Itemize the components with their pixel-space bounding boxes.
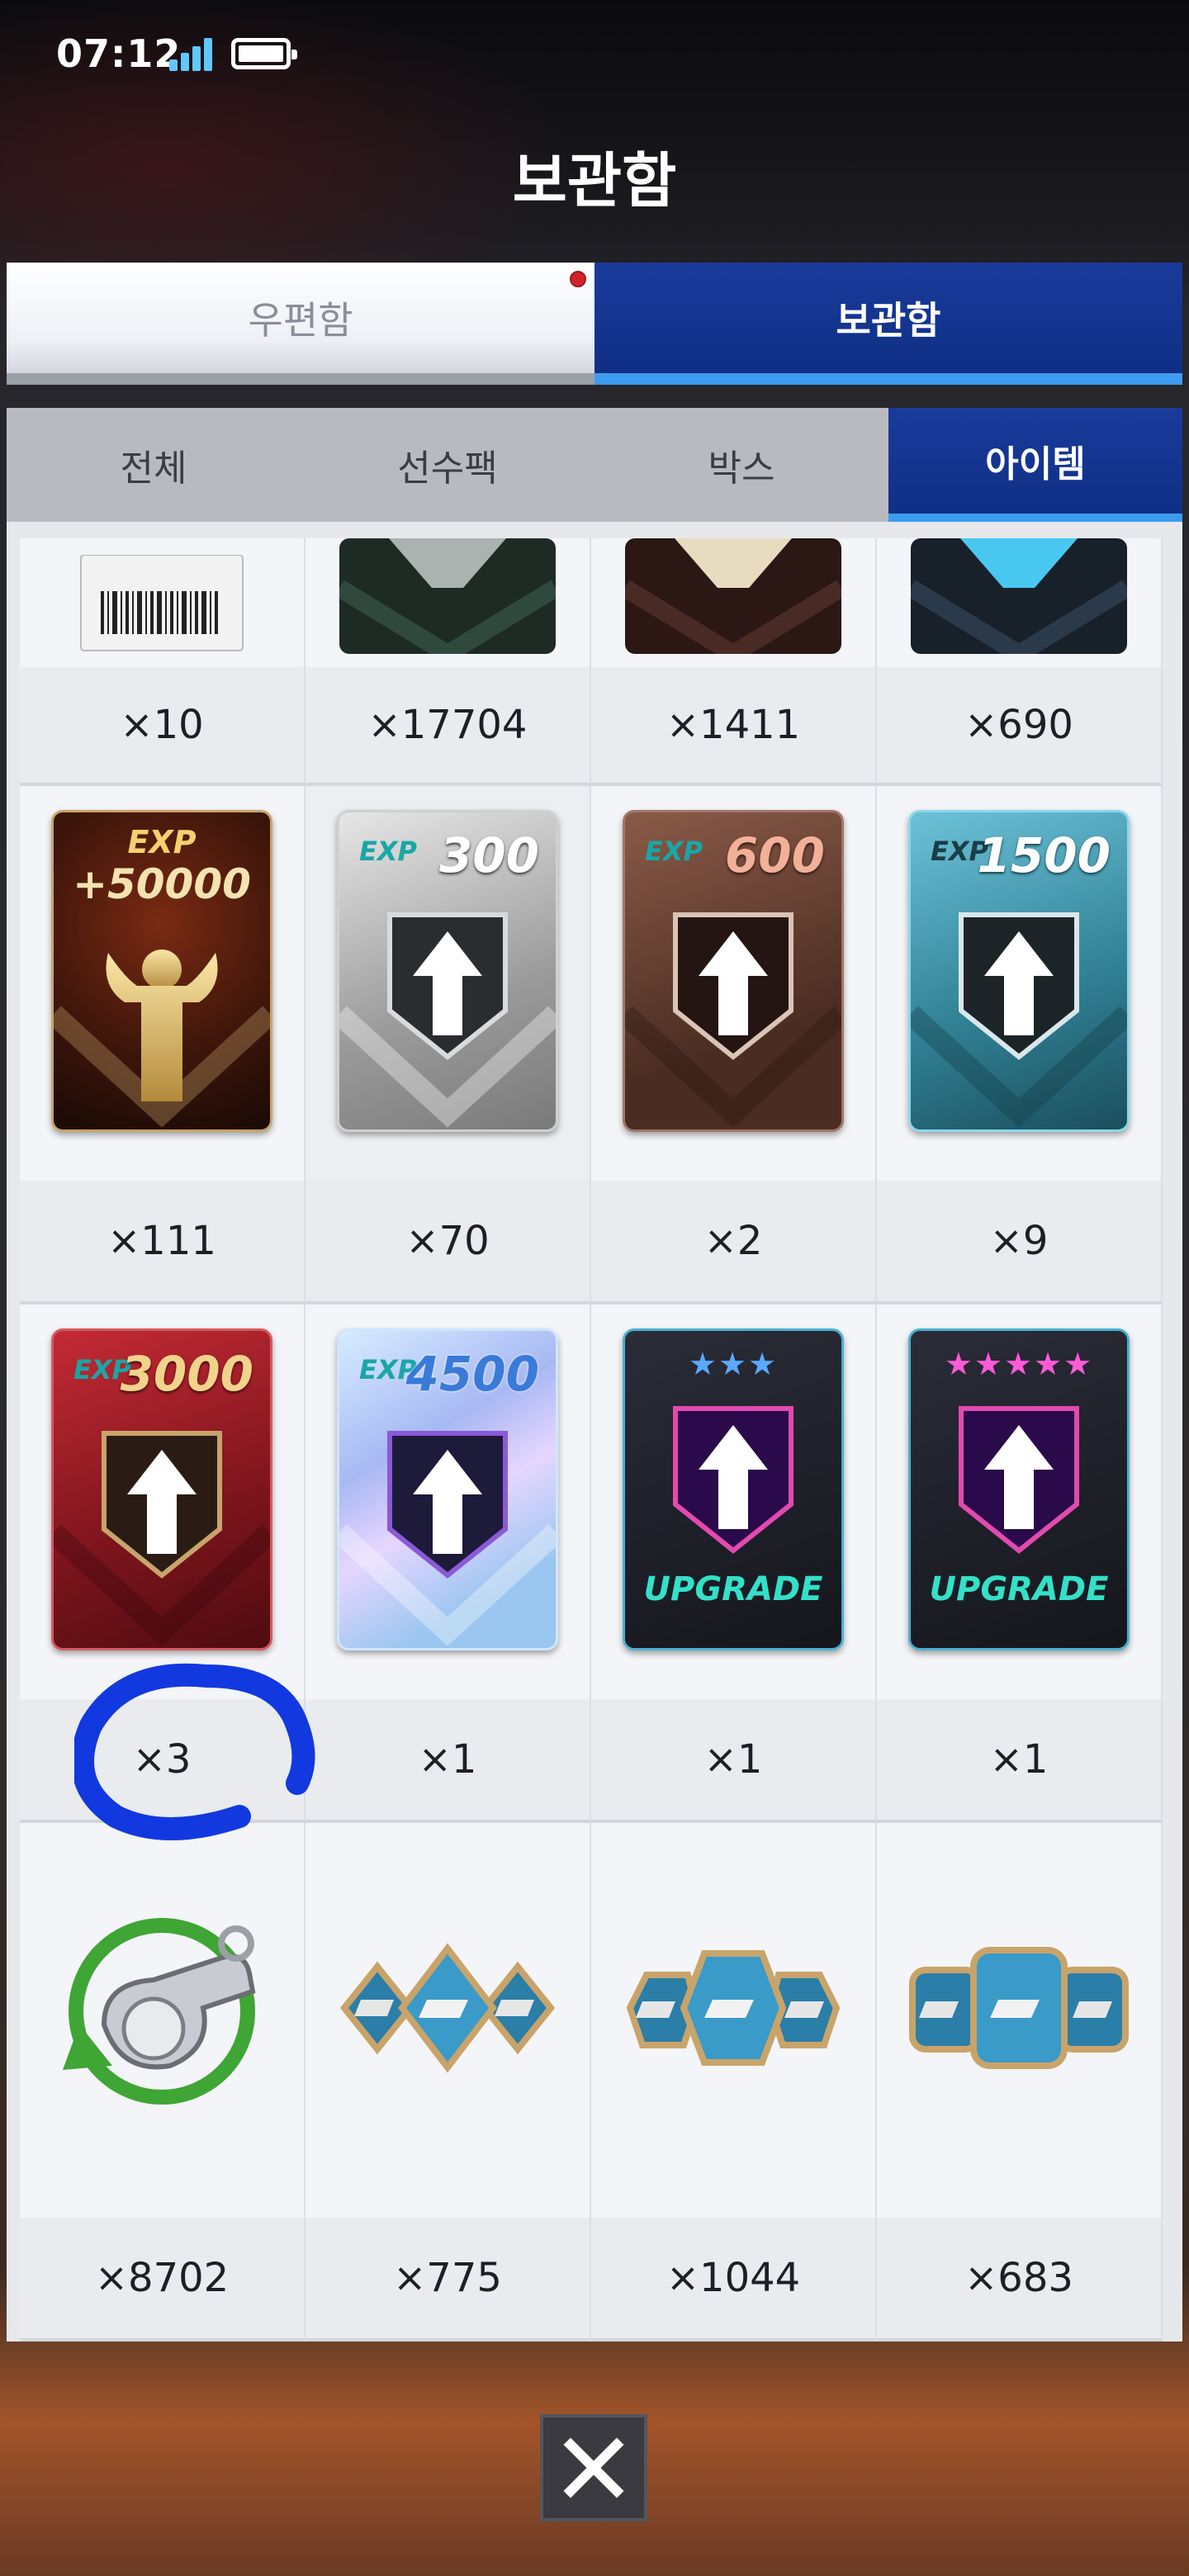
upgrade-label: UPGRADE xyxy=(643,1570,823,1608)
status-time: 07:12 xyxy=(56,31,182,76)
star-rating: ★★★★★ xyxy=(944,1346,1094,1382)
upgrade-arrow-icon xyxy=(959,1406,1079,1554)
exp-3000-card-icon: EXP 3000 xyxy=(51,1328,272,1650)
tab-items[interactable]: 아이템 xyxy=(888,408,1182,522)
item-cell[interactable]: EXP 1500 ×9 xyxy=(877,786,1163,1305)
upgrade-arrow-icon xyxy=(673,912,793,1060)
flexing-athlete-icon xyxy=(106,949,218,1101)
dark-green-card-icon xyxy=(339,538,556,654)
exp-value: 4500 xyxy=(405,1346,539,1402)
item-cell[interactable]: ×683 xyxy=(877,1823,1163,2342)
item-count: ×1 xyxy=(877,1699,1161,1820)
tab-player-packs[interactable]: 선수팩 xyxy=(301,408,594,522)
item-count: ×70 xyxy=(306,1181,590,1301)
item-cell[interactable]: ×8702 xyxy=(20,1823,306,2342)
top-tab-bar: 우편함 보관함 xyxy=(7,263,1182,385)
large-gem-tokens-icon xyxy=(909,1947,1129,2069)
status-bar: 07:12 xyxy=(0,0,1189,107)
small-gem-tokens-icon xyxy=(339,1943,556,2073)
whistle-icon xyxy=(63,1918,256,2105)
dark-brown-card-icon xyxy=(625,538,841,654)
item-cell[interactable]: EXP 300 ×70 xyxy=(306,786,591,1305)
item-grid-panel[interactable]: ×10 ×17704 ×1411 ×690 EXP +50000 ×111 EX… xyxy=(7,522,1182,2342)
notification-dot xyxy=(570,271,586,287)
upgrade-label: UPGRADE xyxy=(929,1570,1109,1608)
exp-value: 300 xyxy=(438,827,539,883)
item-count: ×9 xyxy=(877,1181,1161,1301)
item-count: ×2 xyxy=(591,1181,875,1301)
close-button[interactable] xyxy=(540,2414,647,2522)
item-cell[interactable]: ★★★★★ UPGRADE ×1 xyxy=(877,1305,1163,1823)
exp-value: 1500 xyxy=(977,827,1111,883)
upgrade-3-star-card-icon: ★★★ UPGRADE xyxy=(623,1328,844,1650)
tab-items-label: 아이템 xyxy=(985,443,1086,485)
item-cell[interactable]: EXP 3000 ×3 xyxy=(20,1305,306,1823)
upgrade-arrow-icon xyxy=(387,1431,508,1579)
item-grid: ×10 ×17704 ×1411 ×690 EXP +50000 ×111 EX… xyxy=(20,538,1163,2342)
item-cell[interactable]: ×1044 xyxy=(591,1823,877,2342)
exp-label: EXP xyxy=(127,824,197,860)
coupon-ticket-icon xyxy=(80,555,244,651)
exp-1500-card-icon: EXP 1500 xyxy=(908,810,1130,1132)
exp-4500-card-icon: EXP 4500 xyxy=(337,1328,558,1650)
star-rating: ★★★ xyxy=(688,1346,779,1382)
item-count: ×1 xyxy=(306,1699,590,1820)
item-count: ×690 xyxy=(877,667,1161,783)
upgrade-arrow-icon xyxy=(102,1431,222,1579)
exp-600-card-icon: EXP 600 xyxy=(623,810,844,1132)
tab-boxes[interactable]: 박스 xyxy=(594,408,888,522)
item-cell[interactable]: EXP 600 ×2 xyxy=(591,786,877,1305)
exp-value: 600 xyxy=(724,827,825,883)
item-cell[interactable]: ★★★ UPGRADE ×1 xyxy=(591,1305,877,1823)
signal-icon xyxy=(169,36,217,71)
tab-boxes-label: 박스 xyxy=(708,447,775,490)
upgrade-arrow-icon xyxy=(959,912,1079,1060)
upgrade-arrow-icon xyxy=(673,1406,793,1554)
tab-player-packs-label: 선수팩 xyxy=(397,447,498,490)
dark-blue-card-icon xyxy=(911,538,1127,654)
category-tab-bar: 전체 선수팩 박스 아이템 xyxy=(7,408,1182,522)
item-cell[interactable]: ×10 xyxy=(20,538,306,786)
tab-storage[interactable]: 보관함 xyxy=(594,263,1182,385)
tab-storage-label: 보관함 xyxy=(836,298,941,343)
tab-mailbox-label: 우편함 xyxy=(248,298,353,343)
item-count: ×683 xyxy=(877,2218,1161,2338)
item-cell[interactable]: ×690 xyxy=(877,538,1163,786)
item-count: ×1044 xyxy=(591,2218,875,2338)
close-icon xyxy=(563,2437,624,2498)
item-count: ×17704 xyxy=(306,667,590,783)
exp-value: 3000 xyxy=(120,1346,253,1402)
exp-label: EXP xyxy=(359,836,417,867)
item-count: ×1 xyxy=(591,1699,875,1820)
medium-gem-tokens-icon xyxy=(626,1950,841,2066)
exp-50000-card-icon: EXP +50000 xyxy=(51,810,272,1132)
tab-all[interactable]: 전체 xyxy=(7,408,301,522)
battery-icon xyxy=(231,38,297,69)
item-count: ×8702 xyxy=(20,2218,304,2338)
page-title: 보관함 xyxy=(512,146,677,215)
item-count: ×10 xyxy=(20,667,304,783)
item-count: ×3 xyxy=(20,1699,304,1820)
item-cell[interactable]: ×1411 xyxy=(591,538,877,786)
item-cell[interactable]: ×775 xyxy=(306,1823,591,2342)
item-count: ×1411 xyxy=(591,667,875,783)
item-count: ×775 xyxy=(306,2218,590,2338)
upgrade-arrow-icon xyxy=(387,912,508,1060)
tab-mailbox[interactable]: 우편함 xyxy=(7,263,594,385)
upgrade-5-star-card-icon: ★★★★★ UPGRADE xyxy=(908,1328,1130,1650)
item-count: ×111 xyxy=(20,1181,304,1301)
exp-300-card-icon: EXP 300 xyxy=(337,810,558,1132)
exp-label: EXP xyxy=(645,836,703,867)
item-cell[interactable]: EXP 4500 ×1 xyxy=(306,1305,591,1823)
item-cell[interactable]: ×17704 xyxy=(306,538,591,786)
item-cell[interactable]: EXP +50000 ×111 xyxy=(20,786,306,1305)
exp-value: +50000 xyxy=(73,860,251,908)
tab-all-label: 전체 xyxy=(120,447,187,490)
